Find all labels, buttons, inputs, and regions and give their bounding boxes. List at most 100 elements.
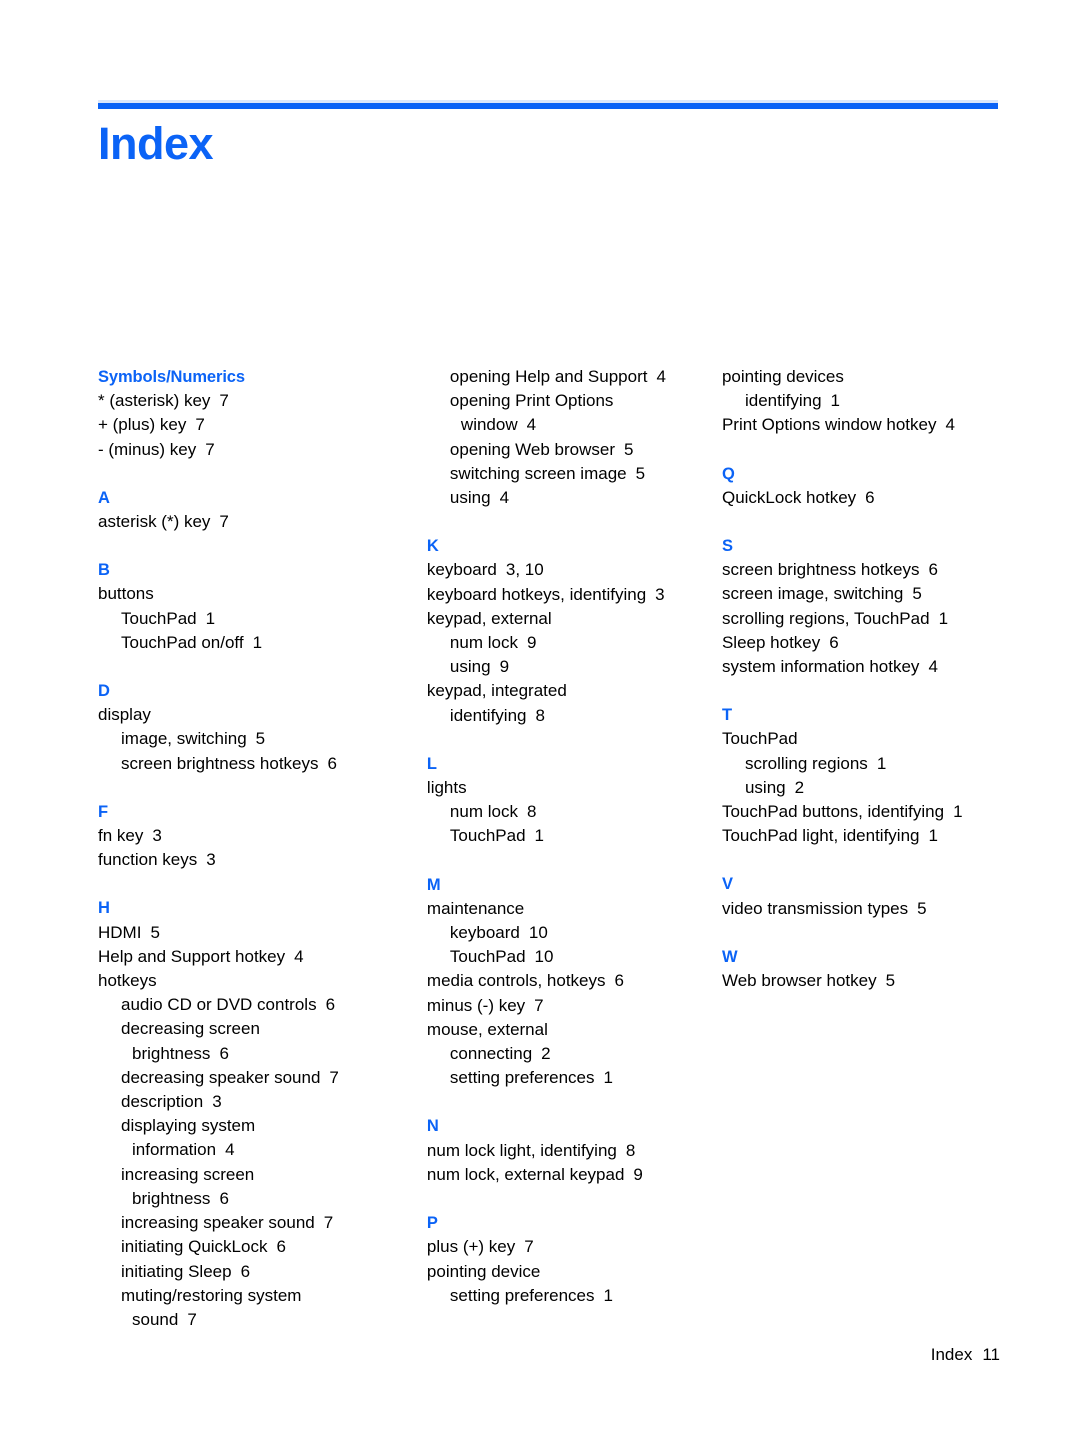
index-entry[interactable]: num lock 8 [427,800,702,824]
index-entry[interactable]: pointing devices [722,365,1000,389]
index-entry[interactable]: Sleep hotkey 6 [722,631,1000,655]
index-entry[interactable]: maintenance [427,897,702,921]
index-entry[interactable]: using 9 [427,655,702,679]
index-entry[interactable]: brightness 6 [98,1042,390,1066]
index-entry[interactable]: keypad, integrated [427,679,702,703]
index-entry[interactable]: information 4 [98,1138,390,1162]
index-columns: Symbols/Numerics * (asterisk) key 7 + (plus… [98,365,1010,1332]
index-entry[interactable]: * (asterisk) key 7 [98,389,390,413]
index-entry[interactable]: TouchPad 1 [427,824,702,848]
index-entry-text: keyboard hotkeys, identifying [426,584,647,604]
index-entry[interactable]: num lock light, identifying 8 [427,1139,702,1163]
index-letter-heading: B [98,561,110,580]
index-entry[interactable]: initiating QuickLock 6 [98,1235,390,1259]
index-entry-page-number: 8 [625,1140,636,1160]
index-entry[interactable]: identifying 1 [722,389,1000,413]
index-entry-text: sound [132,1309,179,1329]
index-entry-page-number: 3 [655,584,665,604]
index-entry[interactable]: display [98,703,390,727]
index-entry[interactable]: keypad, external [427,607,702,631]
index-entry[interactable]: TouchPad [722,727,1000,751]
index-entry[interactable]: num lock 9 [427,631,702,655]
index-entry-text: lights [426,778,467,798]
index-entry[interactable]: keyboard hotkeys, identifying 3 [427,583,702,607]
index-entry[interactable]: sound 7 [98,1308,390,1332]
index-entry[interactable]: - (minus) key 7 [98,438,390,462]
index-entry[interactable]: TouchPad light, identifying 1 [722,824,1000,848]
index-entry[interactable]: TouchPad on/off 1 [98,631,390,655]
index-entry-page-number: 1 [953,802,963,822]
index-entry[interactable]: connecting 2 [427,1042,702,1066]
index-entry[interactable]: TouchPad 1 [98,607,390,631]
index-entry[interactable]: description 3 [98,1090,390,1114]
index-entry[interactable]: using 4 [427,486,702,510]
index-entry[interactable]: opening Web browser 5 [427,438,702,462]
index-entry[interactable]: mouse, external [427,1018,702,1042]
index-entry-text: brightness [132,1188,211,1208]
index-entry[interactable]: screen brightness hotkeys 6 [98,752,390,776]
index-entry[interactable]: hotkeys [98,969,390,993]
index-entry[interactable]: minus (-) key 7 [427,994,702,1018]
index-entry[interactable]: image, switching 5 [98,727,390,751]
index-entry[interactable]: plus (+) key 7 [427,1235,702,1259]
index-entry[interactable]: screen image, switching 5 [722,582,1000,606]
index-entry[interactable]: pointing device [427,1260,702,1284]
index-entry[interactable]: increasing screen [98,1163,390,1187]
footer-label: Index [930,1345,973,1364]
index-entry[interactable]: switching screen image 5 [427,462,702,486]
index-entry-page-number: 6 [928,560,938,580]
index-entry[interactable]: QuickLock hotkey 6 [722,486,1000,510]
index-entry-page-number: 10 [528,923,548,943]
index-entry[interactable]: audio CD or DVD controls 6 [98,993,390,1017]
index-entry[interactable]: TouchPad buttons, identifying 1 [722,800,1000,824]
index-entry[interactable]: Help and Support hotkey 4 [98,945,390,969]
index-entry-text: num lock [449,633,518,653]
index-entry-text: Print Options window hotkey [721,415,937,435]
index-entry[interactable]: brightness 6 [98,1187,390,1211]
index-entry-text: TouchPad buttons, identifying [721,802,945,822]
index-entry[interactable]: TouchPad 10 [427,945,702,969]
index-entry[interactable]: using 2 [722,776,1000,800]
index-entry[interactable]: screen brightness hotkeys 6 [722,558,1000,582]
index-entry[interactable]: initiating Sleep 6 [98,1260,390,1284]
index-entry[interactable]: + (plus) key 7 [98,413,390,437]
index-entry-page-number: 9 [526,633,537,653]
index-entry[interactable]: Print Options window hotkey 4 [722,413,1000,437]
index-entry[interactable]: lights [427,776,702,800]
index-entry[interactable]: displaying system [98,1114,390,1138]
index-entry[interactable]: opening Print Options [427,389,702,413]
index-entry-text: plus (+) key [426,1237,516,1257]
index-entry[interactable]: num lock, external keypad 9 [427,1163,702,1187]
index-entry-text: TouchPad [449,947,526,967]
index-entry[interactable]: setting preferences 1 [427,1284,702,1308]
index-entry-page-number: 1 [876,753,887,773]
index-entry[interactable]: asterisk (*) key 7 [98,510,390,534]
index-entry[interactable]: keyboard 10 [427,921,702,945]
index-entry[interactable]: identifying 8 [427,704,702,728]
index-entry[interactable]: Web browser hotkey 5 [722,969,1000,993]
index-entry[interactable]: setting preferences 1 [427,1066,702,1090]
index-entry[interactable]: window 4 [427,413,702,437]
index-entry[interactable]: keyboard 3, 10 [427,558,702,582]
index-entry[interactable]: HDMI 5 [98,921,390,945]
index-entry[interactable]: increasing speaker sound 7 [98,1211,390,1235]
index-entry[interactable]: muting/restoring system [98,1284,390,1308]
index-letter-heading: F [98,802,109,821]
index-entry[interactable]: decreasing speaker sound 7 [98,1066,390,1090]
index-entry-text: setting preferences [449,1068,595,1088]
index-entry[interactable]: function keys 3 [98,848,390,872]
index-entry[interactable]: fn key 3 [98,824,390,848]
index-entry[interactable]: media controls, hotkeys 6 [427,969,702,993]
index-entry[interactable]: system information hotkey 4 [722,655,1000,679]
index-entry-text: opening Web browser [449,439,615,459]
index-entry[interactable]: video transmission types 5 [722,897,1000,921]
index-entry[interactable]: opening Help and Support 4 [427,365,702,389]
index-entry[interactable]: scrolling regions, TouchPad 1 [722,607,1000,631]
index-entry[interactable]: buttons [98,582,390,606]
index-entry[interactable]: scrolling regions 1 [722,752,1000,776]
index-entry-page-number: 1 [938,608,949,628]
index-entry[interactable]: decreasing screen [98,1017,390,1041]
index-entry-page-number: 6 [325,995,336,1015]
